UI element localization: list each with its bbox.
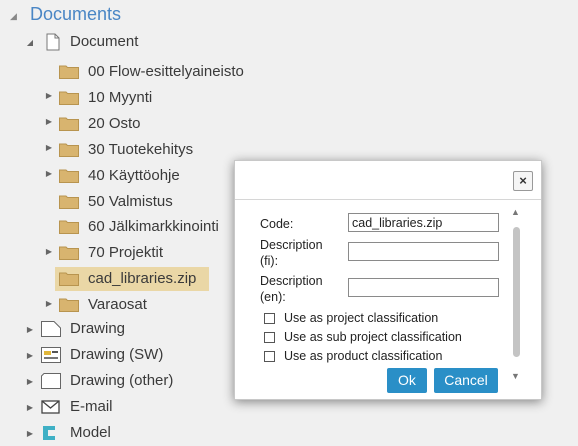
- folder-icon: [59, 297, 79, 317]
- drawing-sw-icon: [41, 347, 61, 368]
- type-expand-arrow[interactable]: ▶: [25, 350, 35, 360]
- folder-icon: [59, 168, 79, 188]
- description-en-label-line2: (en):: [260, 290, 286, 304]
- tree-item-folder[interactable]: 60 Jälkimarkkinointi: [88, 217, 219, 237]
- close-button[interactable]: ×: [513, 171, 533, 191]
- description-fi-label-line1: Description: [260, 238, 323, 252]
- folder-expand-arrow[interactable]: ▶: [44, 298, 54, 308]
- folder-icon: [59, 245, 79, 265]
- document-icon: [46, 33, 60, 56]
- drawing-other-icon: [41, 373, 61, 394]
- tree-item-folder[interactable]: cad_libraries.zip: [88, 269, 196, 289]
- tree-item-document-type[interactable]: E-mail: [70, 397, 113, 417]
- drawing-icon: [41, 321, 61, 342]
- tree-item-document[interactable]: Document: [70, 32, 138, 52]
- project-classification-option[interactable]: Use as project classification: [264, 310, 438, 326]
- product-classification-checkbox[interactable]: [264, 350, 275, 362]
- tree-item-folder[interactable]: 50 Valmistus: [88, 192, 173, 212]
- scroll-down-icon[interactable]: ▼: [511, 371, 520, 381]
- folder-icon: [59, 64, 79, 84]
- code-label: Code:: [260, 217, 294, 231]
- tree-item-document-type[interactable]: Drawing (SW): [70, 345, 163, 365]
- folder-icon: [59, 194, 79, 214]
- folder-icon: [59, 219, 79, 239]
- subproject-classification-checkbox[interactable]: [264, 331, 275, 343]
- folder-icon: [59, 116, 79, 136]
- model-icon: [41, 425, 61, 446]
- tree-item-folder[interactable]: 20 Osto: [88, 114, 141, 134]
- code-input[interactable]: [348, 213, 499, 232]
- description-fi-input[interactable]: [348, 242, 499, 261]
- type-expand-arrow[interactable]: ▶: [25, 428, 35, 438]
- folder-expand-arrow[interactable]: ▶: [44, 246, 54, 256]
- subproject-classification-label: Use as sub project classification: [284, 330, 462, 344]
- folder-icon: [59, 90, 79, 110]
- tree-item-folder[interactable]: 00 Flow-esittelyaineisto: [88, 62, 244, 82]
- description-en-label-line1: Description: [260, 274, 323, 288]
- scroll-up-icon[interactable]: ▲: [511, 207, 520, 217]
- tree-item-folder[interactable]: 30 Tuotekehitys: [88, 140, 193, 160]
- folder-expand-arrow[interactable]: ▶: [44, 169, 54, 179]
- type-expand-arrow[interactable]: ▶: [25, 402, 35, 412]
- tree-item-folder[interactable]: 40 Käyttöohje: [88, 166, 180, 186]
- email-icon: [41, 399, 61, 420]
- dialog-scrollbar[interactable]: ▲ ▼: [511, 207, 523, 383]
- folder-icon: [59, 271, 79, 291]
- tree-item-folder[interactable]: 70 Projektit: [88, 243, 163, 263]
- tree-item-folder[interactable]: 10 Myynti: [88, 88, 152, 108]
- classification-dialog: × Code: Description (fi): Description (e…: [234, 160, 542, 400]
- scroll-thumb[interactable]: [513, 227, 520, 357]
- folder-expand-arrow[interactable]: ▶: [44, 117, 54, 127]
- project-classification-label: Use as project classification: [284, 311, 439, 325]
- product-classification-label: Use as product classification: [284, 349, 443, 363]
- product-classification-option[interactable]: Use as product classification: [264, 348, 442, 364]
- folder-expand-arrow[interactable]: ▶: [44, 143, 54, 153]
- tree-item-document-type[interactable]: Drawing (other): [70, 371, 173, 391]
- tree-item-folder[interactable]: Varaosat: [88, 295, 147, 315]
- subproject-classification-option[interactable]: Use as sub project classification: [264, 329, 462, 345]
- ok-button[interactable]: Ok: [387, 368, 427, 393]
- description-fi-label-line2: (fi):: [260, 254, 279, 268]
- folder-icon: [59, 142, 79, 162]
- type-expand-arrow[interactable]: ▶: [25, 376, 35, 386]
- tree-item-document-type[interactable]: Drawing: [70, 319, 125, 339]
- cancel-button[interactable]: Cancel: [434, 368, 498, 393]
- document-collapse-arrow[interactable]: ◢: [25, 37, 35, 47]
- type-expand-arrow[interactable]: ▶: [25, 324, 35, 334]
- folder-expand-arrow[interactable]: ▶: [44, 91, 54, 101]
- close-icon: ×: [519, 173, 527, 188]
- tree-root-documents[interactable]: Documents: [30, 4, 121, 25]
- tree-item-document-type[interactable]: Model: [70, 423, 111, 443]
- project-classification-checkbox[interactable]: [264, 312, 275, 324]
- description-en-input[interactable]: [348, 278, 499, 297]
- root-collapse-arrow[interactable]: ◢: [10, 11, 17, 22]
- dialog-header: ×: [235, 161, 541, 200]
